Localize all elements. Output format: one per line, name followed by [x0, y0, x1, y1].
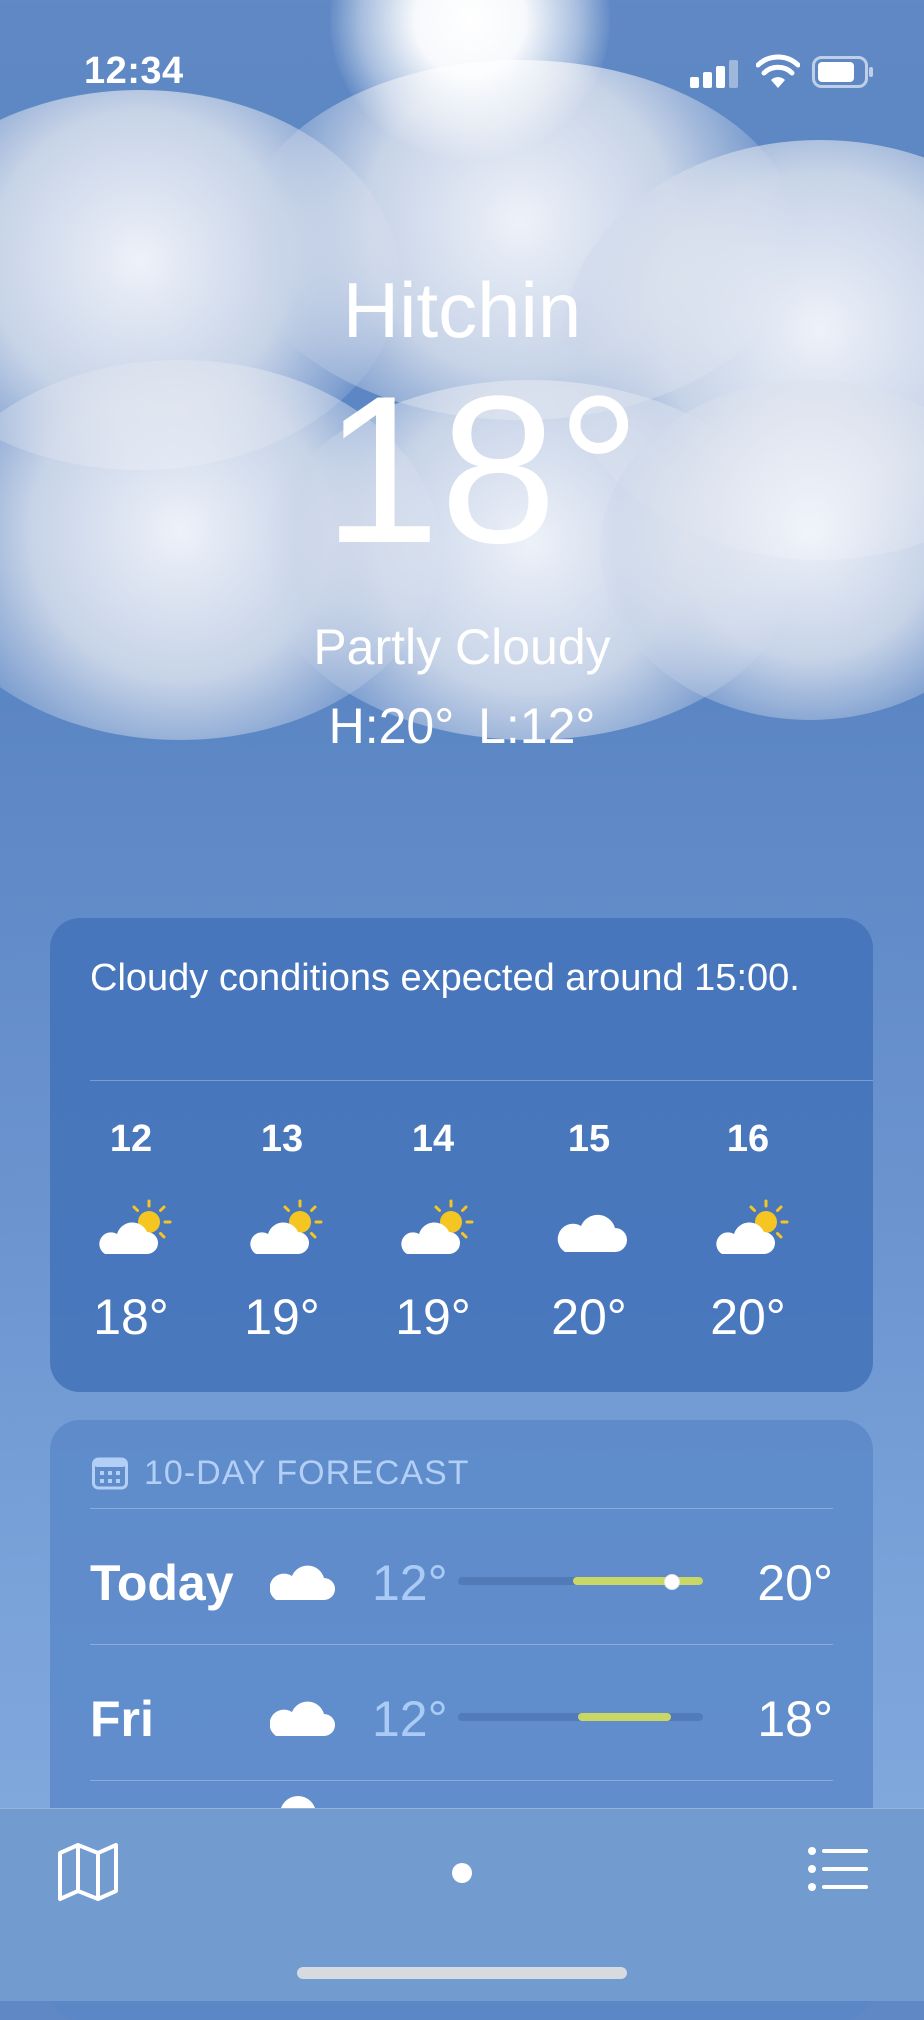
battery-icon — [812, 56, 873, 88]
high-low-temperature: H:20° L:12° — [328, 698, 596, 754]
cloud-icon — [557, 1214, 627, 1252]
row-divider — [90, 1780, 833, 1781]
hour-label: 14 — [411, 1118, 455, 1160]
forecast-low: 12° — [372, 1691, 448, 1747]
page-indicator-dot[interactable] — [452, 1863, 472, 1883]
ten-day-header: 10-DAY FORECAST — [92, 1454, 469, 1493]
forecast-row-today[interactable]: Today 12° 20° — [90, 1510, 833, 1644]
partly-cloudy-icon — [872, 1196, 873, 1262]
status-bar: 12:34 — [0, 0, 924, 140]
hour-temperature: 20° — [551, 1289, 627, 1345]
hour-label: 16 — [726, 1118, 770, 1160]
cellular-signal-icon — [690, 58, 738, 88]
current-temperature-dot — [664, 1574, 681, 1590]
hour-temperature: 19° — [244, 1289, 320, 1345]
forecast-row-fri[interactable]: Fri 12° 18° — [90, 1646, 833, 1780]
map-icon[interactable] — [56, 1839, 120, 1903]
partly-cloudy-icon — [401, 1199, 474, 1254]
forecast-day: Fri — [90, 1691, 154, 1747]
card-divider — [90, 1080, 873, 1081]
hour-temperature: 19° — [395, 1289, 471, 1345]
hourly-summary: Cloudy conditions expected around 15:00. — [90, 957, 800, 999]
hour-label: 12 — [109, 1118, 153, 1160]
hourly-scroll[interactable]: 12 18° 13 19° 14 19° 15 20° 16 20° — [50, 1118, 873, 1378]
cloud-icon — [270, 1701, 335, 1736]
cloud-icon — [270, 1565, 335, 1600]
status-time: 12:34 — [84, 50, 184, 92]
hour-temperature: 18° — [93, 1289, 169, 1345]
hour-label: 13 — [260, 1118, 304, 1160]
card-divider — [90, 1508, 833, 1509]
calendar-icon — [92, 1457, 128, 1490]
current-temperature: 18° — [323, 352, 641, 587]
hour-label: 15 — [567, 1118, 611, 1160]
partly-cloudy-icon — [716, 1199, 789, 1254]
temperature-range-fill — [578, 1713, 672, 1721]
row-divider — [90, 1644, 833, 1645]
location-name: Hitchin — [342, 266, 582, 354]
wifi-icon — [756, 54, 800, 88]
partly-cloudy-icon — [99, 1199, 172, 1254]
forecast-low: 12° — [372, 1555, 448, 1611]
list-icon[interactable] — [806, 1839, 870, 1899]
home-indicator — [297, 1967, 627, 1979]
partly-cloudy-icon — [250, 1199, 323, 1254]
temperature-range-bar — [458, 1713, 703, 1721]
forecast-day: Today — [90, 1555, 234, 1611]
forecast-high: 20° — [757, 1555, 833, 1611]
temperature-range-bar — [458, 1574, 703, 1590]
hour-temperature: 20° — [710, 1289, 786, 1345]
current-condition: Partly Cloudy — [313, 619, 611, 675]
forecast-high: 18° — [757, 1691, 833, 1747]
ten-day-title: 10-DAY FORECAST — [144, 1454, 470, 1492]
hourly-forecast-card[interactable]: Cloudy conditions expected around 15:00.… — [50, 918, 873, 1392]
temperature-range-fill — [573, 1577, 703, 1585]
